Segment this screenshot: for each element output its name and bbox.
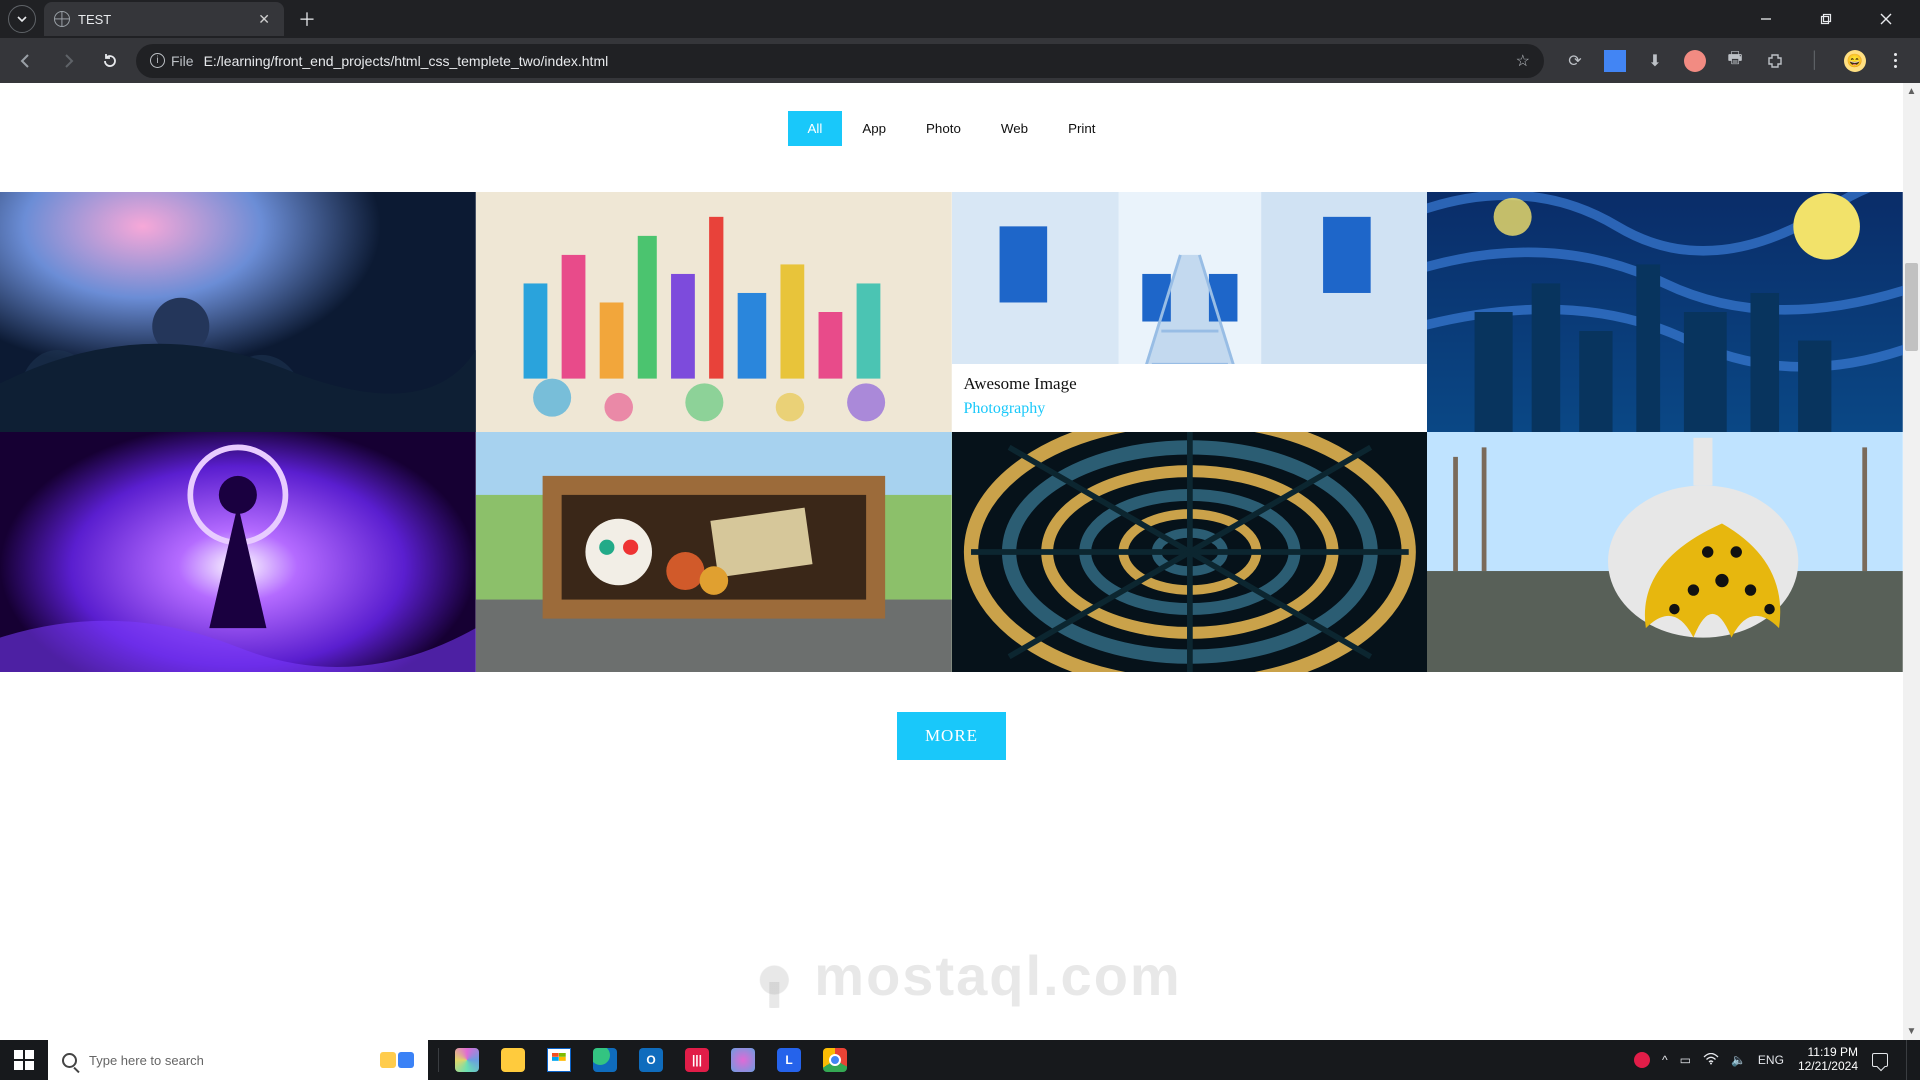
filter-all[interactable]: All [788,111,843,146]
filter-photo[interactable]: Photo [906,111,981,146]
tray-chevron-up-icon[interactable]: ^ [1662,1053,1668,1067]
window-close-button[interactable] [1870,4,1902,34]
taskbar-app-copilot[interactable] [445,1040,489,1080]
taskbar-search[interactable]: Type here to search [48,1040,428,1080]
tray-battery-icon[interactable]: ▭ [1680,1053,1691,1067]
back-button[interactable] [10,45,42,77]
extensions-puzzle-icon[interactable] [1764,50,1786,72]
origin-label: File [171,53,194,69]
scrollbar-track[interactable] [1903,83,1920,1040]
windows-taskbar: Type here to search O ||| L ^ ▭ 🔈 ENG [0,1040,1920,1080]
tray-time: 11:19 PM [1798,1046,1858,1060]
tray-clock[interactable]: 11:19 PM 12/21/2024 [1796,1046,1860,1074]
new-tab-button[interactable]: ＋ [284,6,330,32]
search-icon [62,1053,77,1068]
tile-spiral-architecture[interactable] [952,432,1428,672]
tile-fantasy-rose-domes[interactable] [0,192,476,432]
tray-volume-icon[interactable]: 🔈 [1731,1053,1746,1067]
filter-print[interactable]: Print [1048,111,1115,146]
tab-title: TEST [78,12,246,27]
caption-title: Awesome Image [964,374,1416,394]
tile-container-skull[interactable] [476,432,952,672]
scrollbar-thumb[interactable] [1905,263,1918,351]
start-button[interactable] [0,1040,48,1080]
tray-wifi-icon[interactable] [1703,1053,1719,1068]
taskbar-app-microsoft-store[interactable] [537,1040,581,1080]
portfolio-gallery: Awesome Image Photography [0,192,1903,672]
tile-neon-figure[interactable] [0,432,476,672]
system-tray: ^ ▭ 🔈 ENG 11:19 PM 12/21/2024 [1626,1040,1920,1080]
printer-icon[interactable]: 🖶 [1724,50,1746,72]
tile-kusama-pumpkin[interactable] [1427,432,1903,672]
taskbar-app-microsoft-365[interactable] [721,1040,765,1080]
page-content: AllAppPhotoWebPrint A [0,83,1903,1040]
close-tab-icon[interactable]: ✕ [254,9,274,30]
tray-notifications-icon[interactable] [1872,1053,1888,1067]
forward-button[interactable] [52,45,84,77]
url-text: E:/learning/front_end_projects/html_css_… [204,53,1506,69]
google-translate-icon[interactable] [1604,50,1626,72]
tile-caption: Awesome Image Photography [952,364,1428,432]
taskbar-app-edge[interactable] [583,1040,627,1080]
adblock-icon[interactable] [1684,50,1706,72]
portfolio-filters: AllAppPhotoWebPrint [0,83,1903,192]
search-placeholder: Type here to search [89,1053,368,1068]
tile-watercolor-skyline[interactable] [476,192,952,432]
bookmark-star-icon[interactable]: ☆ [1516,51,1530,71]
taskbar-app-outlook[interactable]: O [629,1040,673,1080]
tray-language[interactable]: ENG [1758,1053,1784,1067]
taskbar-app-todo[interactable]: ||| [675,1040,719,1080]
filter-web[interactable]: Web [981,111,1048,146]
filter-app[interactable]: App [842,111,906,146]
window-minimize-button[interactable] [1750,4,1782,34]
info-icon: i [150,53,165,68]
window-restore-button[interactable] [1810,4,1842,34]
kebab-menu-icon[interactable] [1884,50,1906,72]
caption-category: Photography [964,400,1416,418]
reload-button[interactable] [94,45,126,77]
tile-starry-night-city[interactable] [1427,192,1903,432]
taskbar-app-linkedin[interactable]: L [767,1040,811,1080]
tile-greek-alley[interactable]: Awesome Image Photography [952,192,1428,432]
taskbar-app-chrome[interactable] [813,1040,857,1080]
taskbar-app-file-explorer[interactable] [491,1040,535,1080]
profile-avatar[interactable]: 😄 [1844,50,1866,72]
extensions-reload-icon[interactable]: ⟳ [1564,50,1586,72]
page-viewport: AllAppPhotoWebPrint A [0,83,1920,1040]
scroll-up-button[interactable]: ▲ [1903,83,1920,100]
tray-status-icon[interactable] [1634,1052,1650,1068]
download-icon[interactable]: ⬇ [1644,50,1666,72]
show-desktop-button[interactable] [1906,1040,1912,1080]
tab-strip: TEST ✕ ＋ [0,0,1920,38]
tab-search-button[interactable] [8,5,36,33]
browser-toolbar: i File E:/learning/front_end_projects/ht… [0,38,1920,83]
more-button[interactable]: MORE [897,712,1006,760]
scroll-down-button[interactable]: ▼ [1903,1023,1920,1040]
tray-date: 12/21/2024 [1798,1060,1858,1074]
address-bar[interactable]: i File E:/learning/front_end_projects/ht… [136,44,1544,78]
file-origin-badge: i File [150,53,194,69]
globe-icon [54,11,70,27]
tab-active[interactable]: TEST ✕ [44,2,284,36]
